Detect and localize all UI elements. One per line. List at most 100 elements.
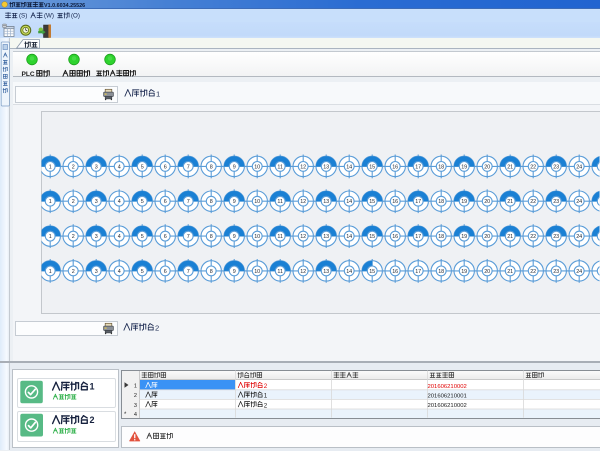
svg-text:201606210001: 201606210001 [428, 394, 467, 400]
svg-text:2: 2 [155, 324, 159, 333]
svg-text:9: 9 [233, 164, 236, 170]
svg-text:23: 23 [553, 269, 559, 275]
svg-text:21: 21 [507, 269, 513, 275]
svg-text:17: 17 [415, 199, 421, 205]
svg-text:18: 18 [438, 234, 444, 240]
svg-text:12: 12 [300, 164, 306, 170]
svg-text:2: 2 [72, 199, 75, 205]
svg-text:3: 3 [95, 234, 98, 240]
svg-text:13: 13 [323, 164, 329, 170]
svg-text:4: 4 [118, 164, 121, 170]
svg-text:8: 8 [210, 234, 213, 240]
svg-text:7: 7 [187, 164, 190, 170]
svg-text:5: 5 [141, 164, 144, 170]
svg-text:6: 6 [164, 269, 167, 275]
svg-text:4: 4 [118, 269, 121, 275]
svg-text:9: 9 [233, 199, 236, 205]
svg-text:22: 22 [530, 199, 536, 205]
svg-text:9: 9 [233, 269, 236, 275]
svg-text:1: 1 [90, 382, 95, 392]
svg-text:12: 12 [300, 269, 306, 275]
svg-text:22: 22 [530, 234, 536, 240]
svg-text:(W): (W) [44, 13, 54, 20]
svg-text:7: 7 [187, 199, 190, 205]
svg-text:18: 18 [438, 269, 444, 275]
svg-text:1: 1 [264, 393, 268, 400]
svg-text:14: 14 [346, 199, 352, 205]
svg-text:3: 3 [134, 403, 137, 409]
svg-text:15: 15 [369, 234, 375, 240]
svg-text:5: 5 [141, 199, 144, 205]
svg-text:1: 1 [156, 90, 160, 99]
svg-text:24: 24 [576, 164, 582, 170]
svg-text:18: 18 [438, 164, 444, 170]
svg-text:3: 3 [95, 269, 98, 275]
svg-text:6: 6 [164, 164, 167, 170]
svg-text:1: 1 [49, 269, 52, 275]
svg-text:3: 3 [95, 164, 98, 170]
svg-text:22: 22 [530, 164, 536, 170]
svg-text:8: 8 [210, 164, 213, 170]
svg-text:13: 13 [323, 269, 329, 275]
svg-text:19: 19 [461, 269, 467, 275]
svg-text:21: 21 [507, 234, 513, 240]
svg-text:(S): (S) [19, 13, 27, 20]
svg-text:14: 14 [346, 164, 352, 170]
svg-text:4: 4 [118, 234, 121, 240]
svg-text:2: 2 [72, 164, 75, 170]
svg-text:5: 5 [141, 234, 144, 240]
svg-text:PLC: PLC [22, 71, 35, 78]
svg-text:*: * [124, 412, 127, 418]
svg-text:21: 21 [507, 164, 513, 170]
svg-text:17: 17 [415, 269, 421, 275]
svg-text:10: 10 [254, 234, 260, 240]
svg-text:11: 11 [277, 164, 283, 170]
svg-text:23: 23 [553, 164, 559, 170]
svg-text:2: 2 [90, 415, 95, 425]
svg-text:4: 4 [134, 412, 137, 418]
svg-text:10: 10 [254, 199, 260, 205]
svg-text:18: 18 [438, 199, 444, 205]
svg-text:2: 2 [72, 234, 75, 240]
svg-text:20: 20 [484, 234, 490, 240]
svg-text:17: 17 [415, 164, 421, 170]
svg-text:8: 8 [210, 199, 213, 205]
svg-text:19: 19 [461, 234, 467, 240]
svg-text:13: 13 [323, 199, 329, 205]
svg-text:1: 1 [49, 199, 52, 205]
svg-text:16: 16 [392, 164, 398, 170]
svg-text:19: 19 [461, 164, 467, 170]
svg-text:23: 23 [553, 234, 559, 240]
svg-text:17: 17 [415, 234, 421, 240]
svg-text:(O): (O) [71, 13, 80, 20]
svg-text:6: 6 [164, 199, 167, 205]
svg-text:8: 8 [210, 269, 213, 275]
svg-text:6: 6 [164, 234, 167, 240]
svg-text:1: 1 [49, 164, 52, 170]
svg-text:13: 13 [323, 234, 329, 240]
svg-text:7: 7 [187, 234, 190, 240]
svg-text:2: 2 [264, 402, 268, 409]
svg-text:9: 9 [233, 234, 236, 240]
svg-text:2: 2 [134, 393, 137, 399]
svg-text:24: 24 [576, 269, 582, 275]
svg-text:24: 24 [576, 234, 582, 240]
svg-text:15: 15 [369, 199, 375, 205]
svg-text:14: 14 [346, 234, 352, 240]
svg-text:10: 10 [254, 269, 260, 275]
svg-text:7: 7 [187, 269, 190, 275]
svg-text:16: 16 [392, 234, 398, 240]
svg-text:201606210002: 201606210002 [428, 384, 467, 390]
svg-text:201606210002: 201606210002 [428, 403, 467, 409]
svg-text:22: 22 [530, 269, 536, 275]
svg-text:10: 10 [254, 164, 260, 170]
svg-text:16: 16 [392, 199, 398, 205]
svg-text:11: 11 [277, 234, 283, 240]
svg-text:19: 19 [461, 199, 467, 205]
svg-text:20: 20 [484, 164, 490, 170]
svg-text:V1.0.6034.25526: V1.0.6034.25526 [44, 3, 85, 9]
svg-text:20: 20 [484, 199, 490, 205]
svg-text:16: 16 [392, 269, 398, 275]
svg-text:1: 1 [49, 234, 52, 240]
svg-text:2: 2 [264, 383, 268, 390]
